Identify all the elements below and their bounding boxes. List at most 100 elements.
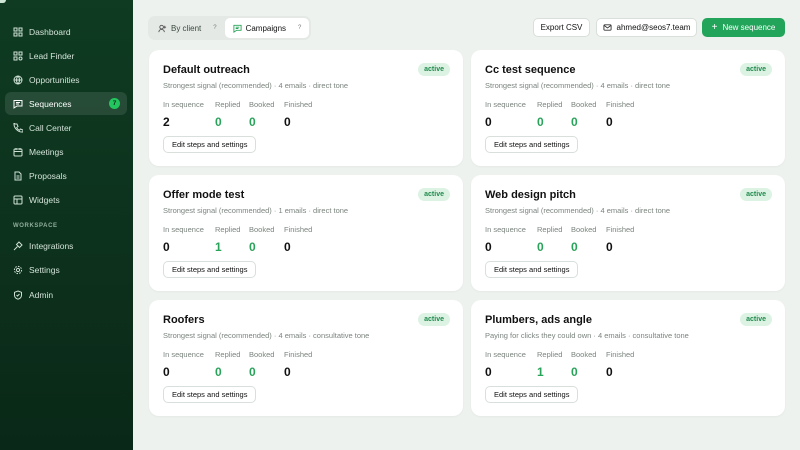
export-csv-button[interactable]: Export CSV	[533, 18, 590, 37]
card-stats: In sequence 2 Replied 0 Booked 0 Finished 0	[163, 100, 324, 129]
stat-label: Finished	[606, 350, 635, 359]
help-icon[interactable]: ?	[213, 25, 216, 31]
stat-booked: 0	[571, 240, 578, 254]
stat-finished: 0	[284, 240, 291, 254]
card-title: Roofers	[163, 314, 205, 326]
stat-label: Replied	[537, 350, 563, 359]
card-description: Paying for clicks they could own · 4 ema…	[485, 331, 689, 340]
stat-label: In sequence	[163, 350, 204, 359]
card-description: Strongest signal (recommended) · 4 email…	[485, 206, 671, 215]
help-icon[interactable]: ?	[298, 25, 301, 31]
stat-finished: 0	[284, 115, 291, 129]
stat-label: Finished	[284, 225, 313, 234]
card-description: Strongest signal (recommended) · 4 email…	[485, 81, 671, 90]
stat-replied: 1	[215, 240, 222, 254]
card-description: Strongest signal (recommended) · 1 email…	[163, 206, 349, 215]
widgets-icon	[13, 195, 23, 205]
stat-booked: 0	[249, 240, 256, 254]
calendar-icon	[13, 147, 23, 157]
card-title: Default outreach	[163, 64, 250, 76]
plus-icon: +	[711, 21, 718, 33]
sidebar-item-label: Opportunities	[29, 74, 80, 85]
stat-label: Finished	[284, 100, 313, 109]
card-stats: In sequence 0 Replied 0 Booked 0 Finished 0	[485, 100, 646, 129]
sequence-card: Default outreach active Strongest signal…	[149, 50, 463, 166]
stat-in-sequence: 0	[485, 240, 492, 254]
edit-steps-button[interactable]: Edit steps and settings	[485, 261, 579, 278]
stat-label: In sequence	[485, 350, 526, 359]
sidebar-item-settings[interactable]: Settings	[5, 258, 127, 281]
stat-label: In sequence	[163, 225, 204, 234]
shield-icon	[13, 289, 23, 300]
corner-icon-fragment	[770, 0, 782, 3]
document-icon	[13, 171, 23, 181]
card-title: Web design pitch	[485, 189, 576, 201]
sidebar-item-sequences[interactable]: Sequences 7	[5, 92, 127, 115]
sidebar-item-label: Dashboard	[29, 26, 71, 37]
card-stats: In sequence 0 Replied 0 Booked 0 Finished 0	[163, 350, 324, 379]
edit-steps-button[interactable]: Edit steps and settings	[485, 386, 579, 403]
sidebar-item-admin[interactable]: Admin	[5, 283, 127, 306]
stat-label: Replied	[215, 225, 241, 234]
edit-steps-button[interactable]: Edit steps and settings	[163, 261, 257, 278]
sidebar-item-lead-finder[interactable]: Lead Finder	[5, 44, 127, 67]
sidebar-item-integrations[interactable]: Integrations	[5, 234, 127, 257]
stat-booked: 0	[249, 365, 256, 379]
status-badge: active	[418, 63, 450, 76]
stat-label: Finished	[606, 100, 635, 109]
sender-email-button[interactable]: ahmed@seos7.team	[596, 18, 697, 37]
stat-label: In sequence	[485, 100, 526, 109]
stat-label: In sequence	[163, 100, 204, 109]
sidebar-item-opportunities[interactable]: Opportunities	[5, 68, 127, 91]
stat-replied: 0	[537, 115, 544, 129]
sidebar-item-label: Lead Finder	[29, 50, 75, 61]
stat-replied: 0	[215, 365, 222, 379]
mail-icon	[602, 23, 612, 32]
sidebar-item-label: Meetings	[29, 146, 64, 157]
sidebar-item-call-center[interactable]: Call Center	[5, 116, 127, 139]
globe-icon	[13, 75, 23, 85]
stat-finished: 0	[606, 240, 613, 254]
sequence-card: Roofers active Strongest signal (recomme…	[149, 300, 463, 416]
stat-in-sequence: 0	[485, 115, 492, 129]
status-badge: active	[740, 188, 772, 201]
section-label-workspace: WORKSPACE	[13, 223, 58, 229]
stat-in-sequence: 0	[163, 240, 170, 254]
sidebar-item-label: Settings	[29, 264, 60, 275]
phone-icon	[13, 122, 23, 133]
sequence-card: Plumbers, ads angle active Paying for cl…	[471, 300, 785, 416]
sidebar-item-meetings[interactable]: Meetings	[5, 140, 127, 163]
new-sequence-button[interactable]: + New sequence	[702, 18, 785, 37]
message-icon	[233, 24, 242, 33]
card-description: Strongest signal (recommended) · 4 email…	[163, 331, 370, 340]
tab-label: By client	[171, 23, 202, 33]
stat-in-sequence: 0	[485, 365, 492, 379]
sidebar-item-proposals[interactable]: Proposals	[5, 164, 127, 187]
card-stats: In sequence 0 Replied 0 Booked 0 Finished 0	[485, 225, 646, 254]
status-badge: active	[740, 313, 772, 326]
card-stats: In sequence 0 Replied 1 Booked 0 Finished 0	[163, 225, 324, 254]
edit-steps-button[interactable]: Edit steps and settings	[163, 386, 257, 403]
count-badge: 7	[109, 98, 120, 109]
sequence-card: Offer mode test active Strongest signal …	[149, 175, 463, 291]
sidebar-item-label: Call Center	[29, 122, 72, 133]
card-title: Plumbers, ads angle	[485, 314, 592, 326]
new-sequence-label: New sequence	[722, 23, 776, 32]
edit-steps-button[interactable]: Edit steps and settings	[163, 136, 257, 153]
stat-finished: 0	[606, 365, 613, 379]
stat-finished: 0	[284, 365, 291, 379]
status-badge: active	[418, 188, 450, 201]
sequence-card: Web design pitch active Strongest signal…	[471, 175, 785, 291]
sidebar-item-widgets[interactable]: Widgets	[5, 188, 127, 211]
tab-campaigns[interactable]: Campaigns ?	[224, 18, 310, 38]
stat-in-sequence: 2	[163, 115, 170, 129]
edit-steps-button[interactable]: Edit steps and settings	[485, 136, 579, 153]
stat-label: Booked	[249, 100, 275, 109]
tab-by-client[interactable]: By client ?	[150, 18, 225, 38]
stat-label: Booked	[249, 225, 275, 234]
stat-label: Booked	[571, 225, 597, 234]
gear-icon	[13, 265, 23, 275]
stat-replied: 0	[215, 115, 222, 129]
stat-booked: 0	[571, 115, 578, 129]
sidebar-item-dashboard[interactable]: Dashboard	[5, 20, 127, 43]
